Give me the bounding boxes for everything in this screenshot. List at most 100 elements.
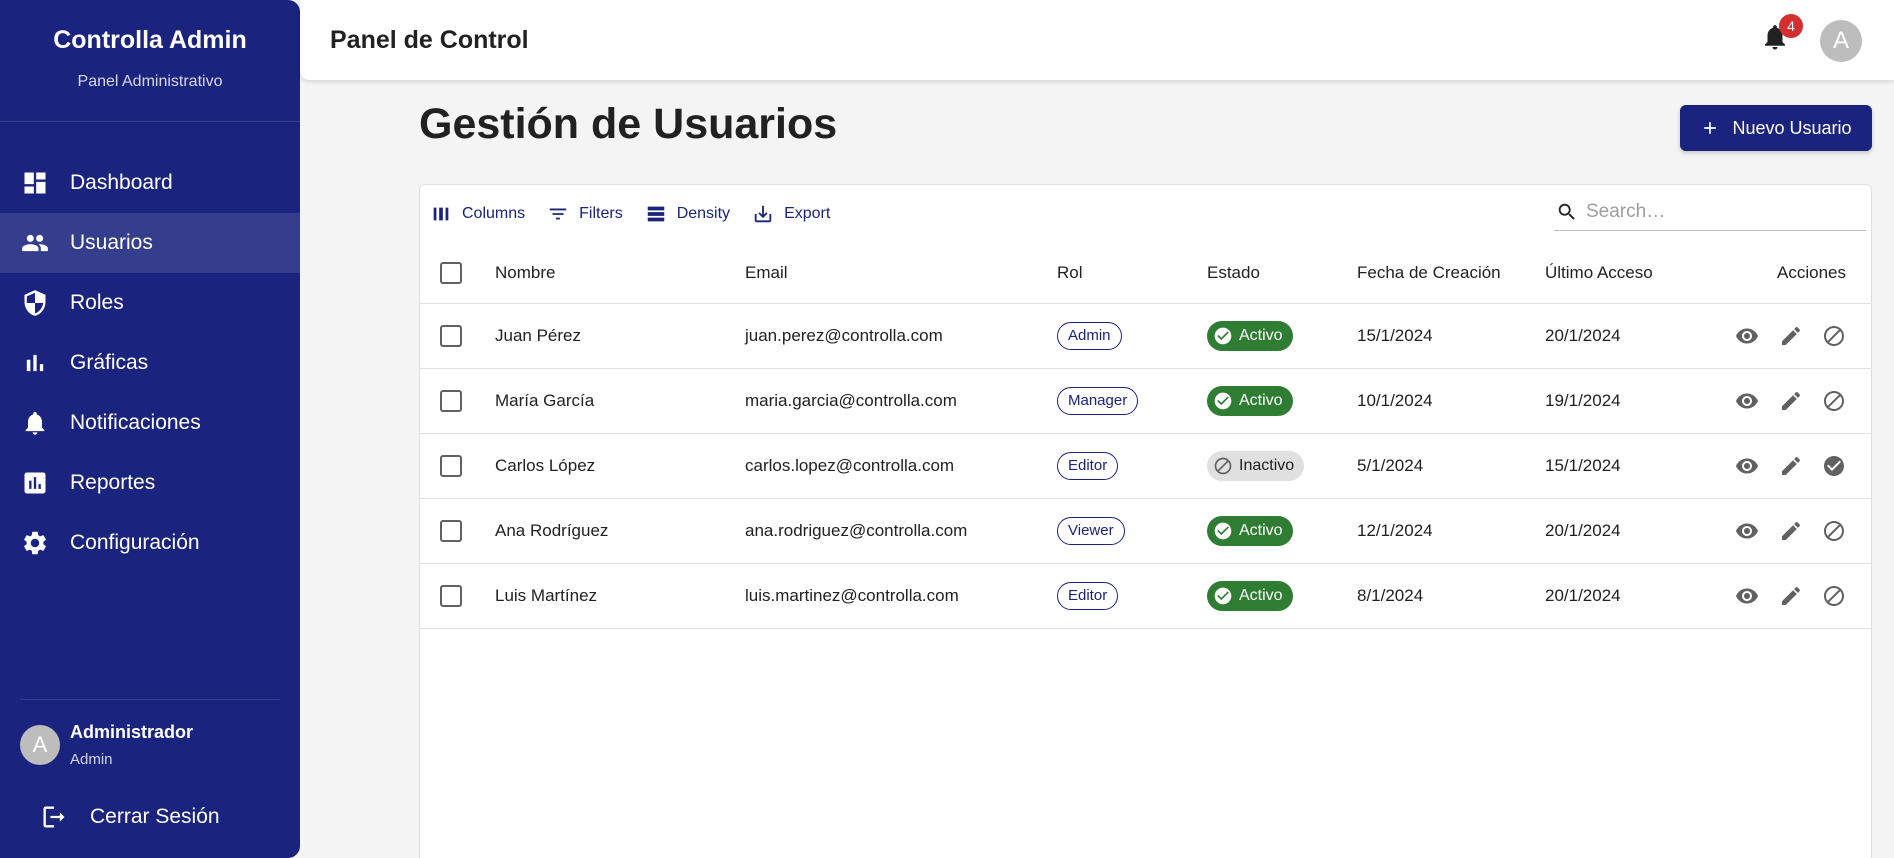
delete-button[interactable] [1856, 516, 1871, 546]
block-icon [1822, 324, 1846, 348]
cell-nombre: María García [495, 368, 745, 434]
grid-toolbar: Columns Filters Density Export [430, 199, 852, 229]
row-actions [1725, 321, 1871, 351]
sidebar-item-label: Dashboard [70, 171, 173, 194]
cell-nombre: Luis Martínez [495, 563, 745, 629]
delete-button[interactable] [1856, 321, 1871, 351]
column-header-email[interactable]: Email [745, 243, 1057, 304]
row-actions [1725, 386, 1871, 416]
sidebar-item-graficas[interactable]: Gráficas [0, 333, 300, 393]
check-circle-icon [1214, 327, 1232, 344]
column-header-fecha-creacion[interactable]: Fecha de Creación [1357, 243, 1545, 304]
cell-fecha-creacion: 10/1/2024 [1357, 368, 1545, 434]
edit-button[interactable] [1769, 386, 1813, 416]
divider [20, 699, 280, 700]
sidebar-item-reportes[interactable]: Reportes [0, 453, 300, 513]
pencil-icon [1779, 389, 1803, 413]
deactivate-button[interactable] [1813, 516, 1857, 546]
activate-button[interactable] [1813, 451, 1857, 481]
block-icon [1822, 584, 1846, 608]
row-checkbox[interactable] [440, 519, 462, 542]
sidebar-item-notificaciones[interactable]: Notificaciones [0, 393, 300, 453]
columns-button[interactable]: Columns [430, 199, 525, 229]
delete-button[interactable] [1856, 451, 1871, 481]
row-checkbox[interactable] [440, 324, 462, 347]
logout-button[interactable]: Cerrar Sesión [20, 792, 280, 842]
row-checkbox[interactable] [440, 584, 462, 607]
cell-nombre: Juan Pérez [495, 303, 745, 369]
export-label: Export [784, 205, 831, 222]
table-row[interactable]: María García maria.garcia@controlla.com Ma… [420, 368, 1871, 434]
edit-button[interactable] [1769, 581, 1813, 611]
sidebar-item-roles[interactable]: Roles [0, 273, 300, 333]
select-all-checkbox[interactable] [440, 261, 462, 284]
table-row[interactable]: Ana Rodríguez ana.rodriguez@controlla.com… [420, 498, 1871, 564]
export-button[interactable]: Export [752, 199, 830, 229]
search-input[interactable] [1586, 200, 1856, 223]
cell-fecha-creacion: 8/1/2024 [1357, 563, 1545, 629]
cell-ultimo-acceso: 15/1/2024 [1545, 433, 1725, 499]
row-actions [1725, 451, 1871, 481]
eye-icon [1735, 454, 1759, 478]
trash-icon [1866, 389, 1871, 413]
plus-icon [1704, 122, 1717, 134]
sidebar-item-label: Configuración [70, 531, 200, 554]
deactivate-button[interactable] [1813, 321, 1857, 351]
brand-title: Controlla Admin [53, 26, 247, 54]
column-header-ultimo-acceso[interactable]: Último Acceso [1545, 243, 1725, 304]
block-icon [1822, 389, 1846, 413]
column-header-nombre[interactable]: Nombre [495, 243, 745, 304]
view-button[interactable] [1725, 451, 1769, 481]
sidebar-item-usuarios[interactable]: Usuarios [0, 213, 300, 273]
view-button[interactable] [1725, 321, 1769, 351]
table-row[interactable]: Luis Martínez luis.martinez@controlla.com… [420, 563, 1871, 629]
dashboard-icon [20, 168, 50, 198]
table-row[interactable]: Carlos López carlos.lopez@controlla.com Ed… [420, 433, 1871, 499]
logout-label: Cerrar Sesión [90, 805, 220, 828]
cell-email: juan.perez@controlla.com [745, 303, 1057, 369]
sidebar-footer: A Administrador Admin Cerrar Sesión [20, 699, 280, 858]
edit-button[interactable] [1769, 516, 1813, 546]
view-button[interactable] [1725, 386, 1769, 416]
table-row[interactable]: Juan Pérez juan.perez@controlla.com Admin A… [420, 303, 1871, 369]
cell-email: maria.garcia@controlla.com [745, 368, 1057, 434]
view-button[interactable] [1725, 516, 1769, 546]
cell-ultimo-acceso: 20/1/2024 [1545, 563, 1725, 629]
row-checkbox[interactable] [440, 389, 462, 412]
sidebar-item-label: Notificaciones [70, 411, 201, 434]
row-actions [1725, 581, 1871, 611]
cell-ultimo-acceso: 20/1/2024 [1545, 498, 1725, 564]
column-header-rol[interactable]: Rol [1057, 243, 1207, 304]
deactivate-button[interactable] [1813, 581, 1857, 611]
users-grid: Columns Filters Density Export Nombre Em… [419, 184, 1872, 858]
delete-button[interactable] [1856, 386, 1871, 416]
filter-icon [549, 208, 567, 220]
trash-icon [1866, 324, 1871, 348]
edit-button[interactable] [1769, 451, 1813, 481]
page-title: Gestión de Usuarios [419, 100, 838, 148]
notification-badge: 4 [1779, 14, 1803, 38]
user-avatar-button[interactable]: A [1820, 20, 1862, 62]
sidebar-item-configuracion[interactable]: Configuración [0, 513, 300, 573]
status-label: Inactivo [1239, 456, 1295, 474]
sidebar-item-label: Reportes [70, 471, 156, 494]
density-button[interactable]: Density [645, 199, 730, 229]
role-chip: Editor [1057, 581, 1119, 610]
column-header-estado[interactable]: Estado [1207, 243, 1357, 304]
deactivate-button[interactable] [1813, 386, 1857, 416]
download-icon [754, 205, 772, 223]
view-button[interactable] [1725, 581, 1769, 611]
eye-icon [1735, 584, 1759, 608]
cell-nombre: Carlos López [495, 433, 745, 499]
block-icon [1822, 519, 1846, 543]
filters-button[interactable]: Filters [547, 199, 623, 229]
top-bar: Panel de Control 4 A [300, 0, 1894, 80]
bell-icon [20, 408, 50, 438]
row-checkbox[interactable] [440, 454, 462, 477]
new-user-button[interactable]: Nuevo Usuario [1680, 105, 1872, 151]
sidebar-item-dashboard[interactable]: Dashboard [0, 153, 300, 213]
edit-button[interactable] [1769, 321, 1813, 351]
role-chip: Viewer [1057, 516, 1125, 545]
status-label: Activo [1239, 586, 1283, 604]
delete-button[interactable] [1856, 581, 1871, 611]
